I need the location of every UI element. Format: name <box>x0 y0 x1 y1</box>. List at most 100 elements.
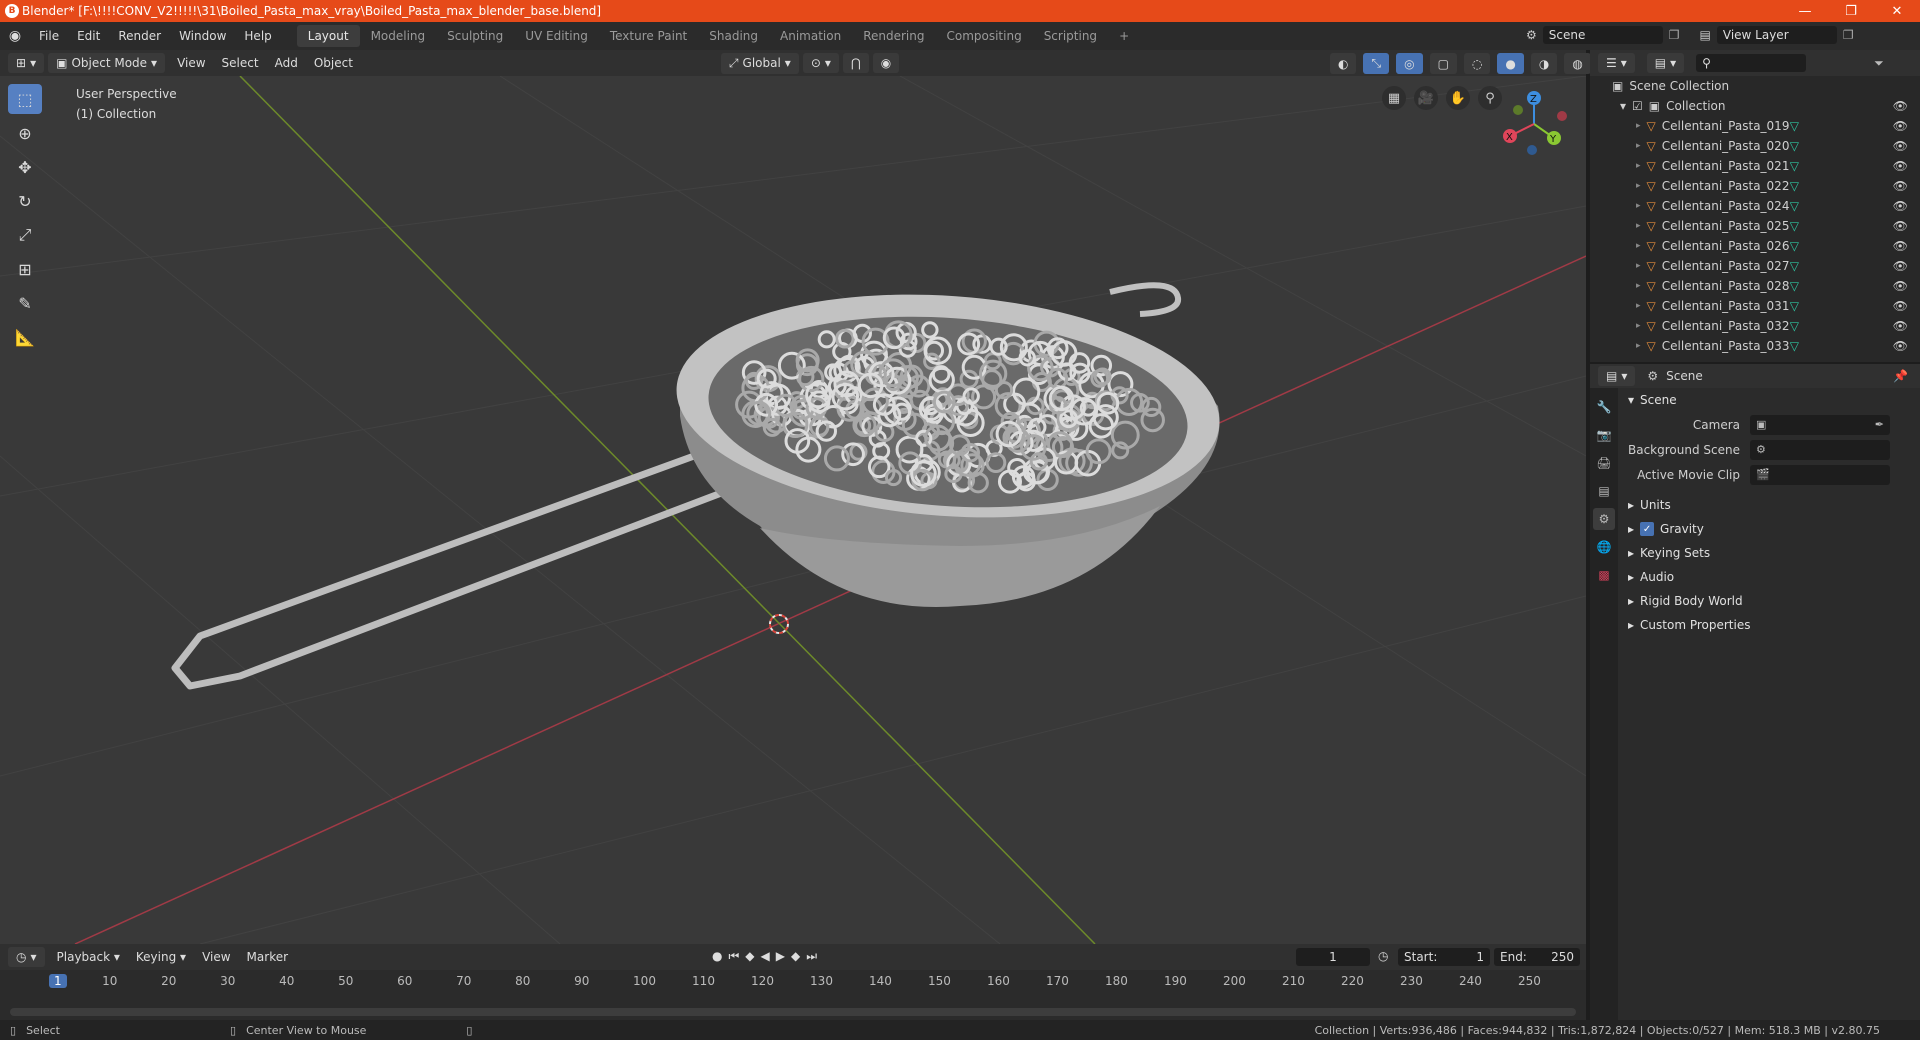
play-icon[interactable]: ▶ <box>776 949 785 964</box>
units-panel[interactable]: ▸ Units <box>1620 493 1920 517</box>
camera-field[interactable]: ▣ ✒ <box>1750 414 1890 435</box>
maximize-button[interactable]: ❐ <box>1828 0 1874 22</box>
visibility-eye-icon[interactable]: 👁 <box>1893 279 1908 293</box>
visibility-eye-icon[interactable]: 👁 <box>1893 179 1908 193</box>
visibility-eye-icon[interactable]: 👁 <box>1893 319 1908 333</box>
shading-rendered[interactable]: ◍ <box>1564 53 1591 74</box>
tab-animation[interactable]: Animation <box>769 25 852 47</box>
visibility-eye-icon[interactable]: 👁 <box>1893 139 1908 153</box>
select-menu[interactable]: Select <box>214 53 267 73</box>
eyedropper-icon[interactable]: ✒ <box>1875 418 1884 431</box>
pin-icon[interactable]: 📌 <box>1893 369 1908 383</box>
viewport-scene[interactable] <box>0 76 1586 944</box>
outliner-object-row[interactable]: ▸ ▽ Cellentani_Pasta_028 ▽ 👁 <box>1590 276 1920 296</box>
view-menu[interactable]: View <box>169 53 213 73</box>
select-box-tool[interactable]: ⬚ <box>8 84 42 114</box>
new-view-layer-icon[interactable]: ❐ <box>1843 28 1854 42</box>
add-menu[interactable]: Add <box>267 53 306 73</box>
menu-help[interactable]: Help <box>235 22 280 50</box>
output-tab-icon[interactable]: 🖨 <box>1593 452 1615 474</box>
visibility-eye-icon[interactable]: 👁 <box>1893 259 1908 273</box>
add-workspace-button[interactable]: + <box>1108 25 1140 47</box>
world-tab-icon[interactable]: 🌐 <box>1593 536 1615 558</box>
audio-panel[interactable]: ▸ Audio <box>1620 565 1920 589</box>
background-scene-field[interactable]: ⚙ <box>1750 439 1890 460</box>
timeline-scrollbar[interactable] <box>10 1008 1576 1016</box>
outliner-object-row[interactable]: ▸ ▽ Cellentani_Pasta_021 ▽ 👁 <box>1590 156 1920 176</box>
mesh-data-icon[interactable]: ▽ <box>1790 239 1799 253</box>
new-scene-icon[interactable]: ❐ <box>1669 28 1680 42</box>
tab-scripting[interactable]: Scripting <box>1033 25 1108 47</box>
gravity-panel[interactable]: ▸ ✓ Gravity <box>1620 517 1920 541</box>
keying-sets-panel[interactable]: ▸ Keying Sets <box>1620 541 1920 565</box>
expand-arrow-icon[interactable]: ▾ <box>1620 99 1626 113</box>
outliner-object-row[interactable]: ▸ ▽ Cellentani_Pasta_026 ▽ 👁 <box>1590 236 1920 256</box>
menu-render[interactable]: Render <box>109 22 170 50</box>
object-menu[interactable]: Object <box>306 53 361 73</box>
record-button-icon[interactable]: ● <box>712 949 722 964</box>
visibility-eye-icon[interactable]: 👁 <box>1893 159 1908 173</box>
outliner-object-row[interactable]: ▸ ▽ Cellentani_Pasta_020 ▽ 👁 <box>1590 136 1920 156</box>
scene-collection-row[interactable]: ▣ Scene Collection <box>1590 76 1920 96</box>
next-keyframe-icon[interactable]: ◆ <box>791 949 800 964</box>
jump-start-icon[interactable]: ⏮ <box>728 949 739 964</box>
tab-compositing[interactable]: Compositing <box>935 25 1032 47</box>
tab-shading[interactable]: Shading <box>698 25 769 47</box>
expand-arrow-icon[interactable]: ▸ <box>1636 321 1641 331</box>
filter-icon[interactable]: ⏷ <box>1874 56 1884 71</box>
tab-layout[interactable]: Layout <box>296 25 360 47</box>
expand-arrow-icon[interactable]: ▸ <box>1636 141 1641 151</box>
menu-file[interactable]: File <box>30 22 68 50</box>
expand-arrow-icon[interactable]: ▸ <box>1636 181 1641 191</box>
outliner-object-row[interactable]: ▸ ▽ Cellentani_Pasta_019 ▽ 👁 <box>1590 116 1920 136</box>
visibility-eye-icon[interactable]: 👁 <box>1893 119 1908 133</box>
mesh-data-icon[interactable]: ▽ <box>1790 119 1799 133</box>
mesh-data-icon[interactable]: ▽ <box>1790 199 1799 213</box>
shading-material[interactable]: ◑ <box>1530 53 1558 74</box>
outliner-object-row[interactable]: ▸ ▽ Cellentani_Pasta_025 ▽ 👁 <box>1590 216 1920 236</box>
outliner-object-row[interactable]: ▸ ▽ Cellentani_Pasta_032 ▽ 👁 <box>1590 316 1920 336</box>
jump-end-icon[interactable]: ⏭ <box>806 949 817 964</box>
texture-tab-icon[interactable]: ▩ <box>1593 564 1615 586</box>
mesh-data-icon[interactable]: ▽ <box>1790 219 1799 233</box>
visibility-eye-icon[interactable]: 👁 <box>1893 339 1908 353</box>
outliner-object-row[interactable]: ▸ ▽ Cellentani_Pasta_024 ▽ 👁 <box>1590 196 1920 216</box>
mesh-data-icon[interactable]: ▽ <box>1790 319 1799 333</box>
scene-tab-icon[interactable]: ⚙ <box>1593 508 1615 530</box>
tab-uv-editing[interactable]: UV Editing <box>514 25 599 47</box>
outliner-object-row[interactable]: ▸ ▽ Cellentani_Pasta_022 ▽ 👁 <box>1590 176 1920 196</box>
pivot-dropdown[interactable]: ⊙ ▾ <box>802 53 839 73</box>
play-reverse-icon[interactable]: ◀ <box>761 949 770 964</box>
orientation-dropdown[interactable]: ⤢ Global ▾ <box>720 52 799 74</box>
rigid-body-world-panel[interactable]: ▸ Rigid Body World <box>1620 589 1920 613</box>
expand-arrow-icon[interactable]: ▸ <box>1636 241 1641 251</box>
outliner-object-row[interactable]: ▸ ▽ Cellentani_Pasta_027 ▽ 👁 <box>1590 256 1920 276</box>
timeline-view-menu[interactable]: View <box>194 947 238 967</box>
overlay-toggle[interactable]: ◎ <box>1396 53 1423 74</box>
expand-arrow-icon[interactable]: ▸ <box>1636 281 1641 291</box>
outliner-object-row[interactable]: ▸ ▽ Cellentani_Pasta_031 ▽ 👁 <box>1590 296 1920 316</box>
expand-arrow-icon[interactable]: ▸ <box>1636 341 1641 351</box>
frame-ruler[interactable]: 1 10 20 30 40 50 60 70 80 90 100 110 120 130 140 150 160… <box>0 970 1586 994</box>
visibility-eye-icon[interactable]: 👁 <box>1893 219 1908 233</box>
visibility-dropdown[interactable]: ◐ <box>1330 53 1357 74</box>
start-frame-field[interactable]: Start: 1 <box>1398 948 1490 966</box>
tool-tab-icon[interactable]: 🔧 <box>1593 396 1615 418</box>
move-tool[interactable]: ✥ <box>8 152 42 182</box>
expand-arrow-icon[interactable]: ▸ <box>1636 301 1641 311</box>
measure-tool[interactable]: 📐 <box>8 322 42 352</box>
scene-selector[interactable]: Scene <box>1542 26 1663 44</box>
navigation-gizmo[interactable]: Z Y X <box>1492 76 1572 156</box>
expand-arrow-icon[interactable]: ▸ <box>1636 121 1641 131</box>
collection-checkbox[interactable]: ☑ <box>1632 99 1643 113</box>
transform-tool[interactable]: ⊞ <box>8 254 42 284</box>
mesh-data-icon[interactable]: ▽ <box>1790 139 1799 153</box>
gizmo-toggle[interactable]: ⤡ <box>1363 53 1390 74</box>
keying-menu[interactable]: Keying ▾ <box>128 947 194 967</box>
close-button[interactable]: ✕ <box>1874 0 1920 22</box>
expand-arrow-icon[interactable]: ▸ <box>1636 161 1641 171</box>
3d-viewport[interactable]: ⬚ ⊕ ✥ ↻ ⤢ ⊞ ✎ 📐 User Perspective (1) Col… <box>0 76 1586 944</box>
collection-row[interactable]: ▾ ☑ ▣ Collection 👁 <box>1590 96 1920 116</box>
properties-editor-type[interactable]: ▤ ▾ <box>1598 366 1636 386</box>
current-frame-field[interactable]: 1 <box>1296 948 1370 966</box>
